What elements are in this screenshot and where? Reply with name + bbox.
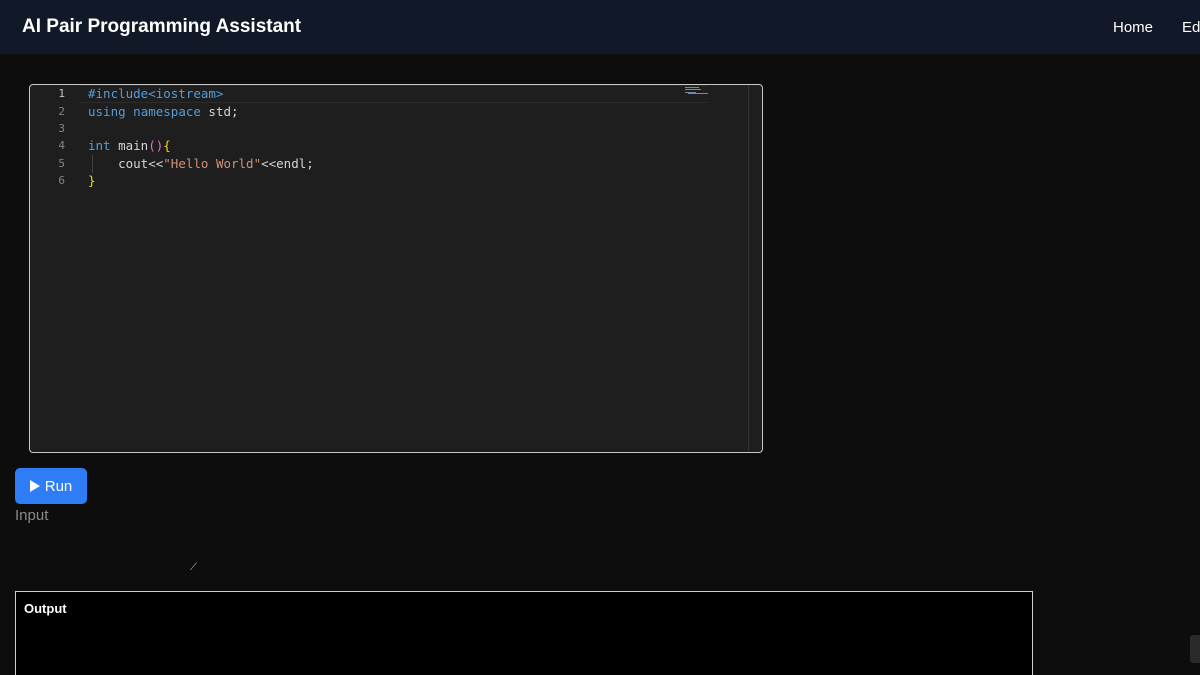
line-number: 5 <box>58 157 65 170</box>
resize-handle-icon[interactable]: ⟋ <box>190 562 197 573</box>
line-number: 3 <box>58 122 65 135</box>
line-number-gutter: 1 2 3 4 5 6 <box>30 85 78 452</box>
run-button-label: Run <box>44 477 73 495</box>
code-editor[interactable]: 1 2 3 4 5 6 #include<iostream> using nam… <box>29 84 763 453</box>
line-number: 1 <box>58 87 65 100</box>
output-label: Output <box>24 601 67 616</box>
output-panel: Output <box>15 591 1033 675</box>
app-title: AI Pair Programming Assistant <box>22 16 302 37</box>
run-button[interactable]: Run <box>15 468 87 504</box>
input-textarea[interactable] <box>15 528 201 574</box>
minimap[interactable] <box>685 87 715 95</box>
navbar: AI Pair Programming Assistant Home Ed <box>0 0 1200 54</box>
nav-link-editor[interactable]: Ed <box>1182 19 1200 36</box>
play-icon <box>29 480 40 492</box>
line-number: 2 <box>58 105 65 118</box>
nav-link-home[interactable]: Home <box>1113 19 1153 36</box>
code-line[interactable]: } <box>88 172 96 190</box>
code-line[interactable]: cout<<"Hello World"<<endl; <box>88 155 314 173</box>
input-label: Input <box>15 507 49 524</box>
side-panel-handle[interactable] <box>1190 635 1200 663</box>
code-line[interactable]: #include<iostream> <box>88 85 223 103</box>
line-number: 4 <box>58 139 65 152</box>
line-number: 6 <box>58 174 65 187</box>
code-line[interactable]: using namespace std; <box>88 103 239 121</box>
code-line[interactable]: int main(){ <box>88 137 171 155</box>
vertical-scrollbar[interactable] <box>748 85 749 452</box>
